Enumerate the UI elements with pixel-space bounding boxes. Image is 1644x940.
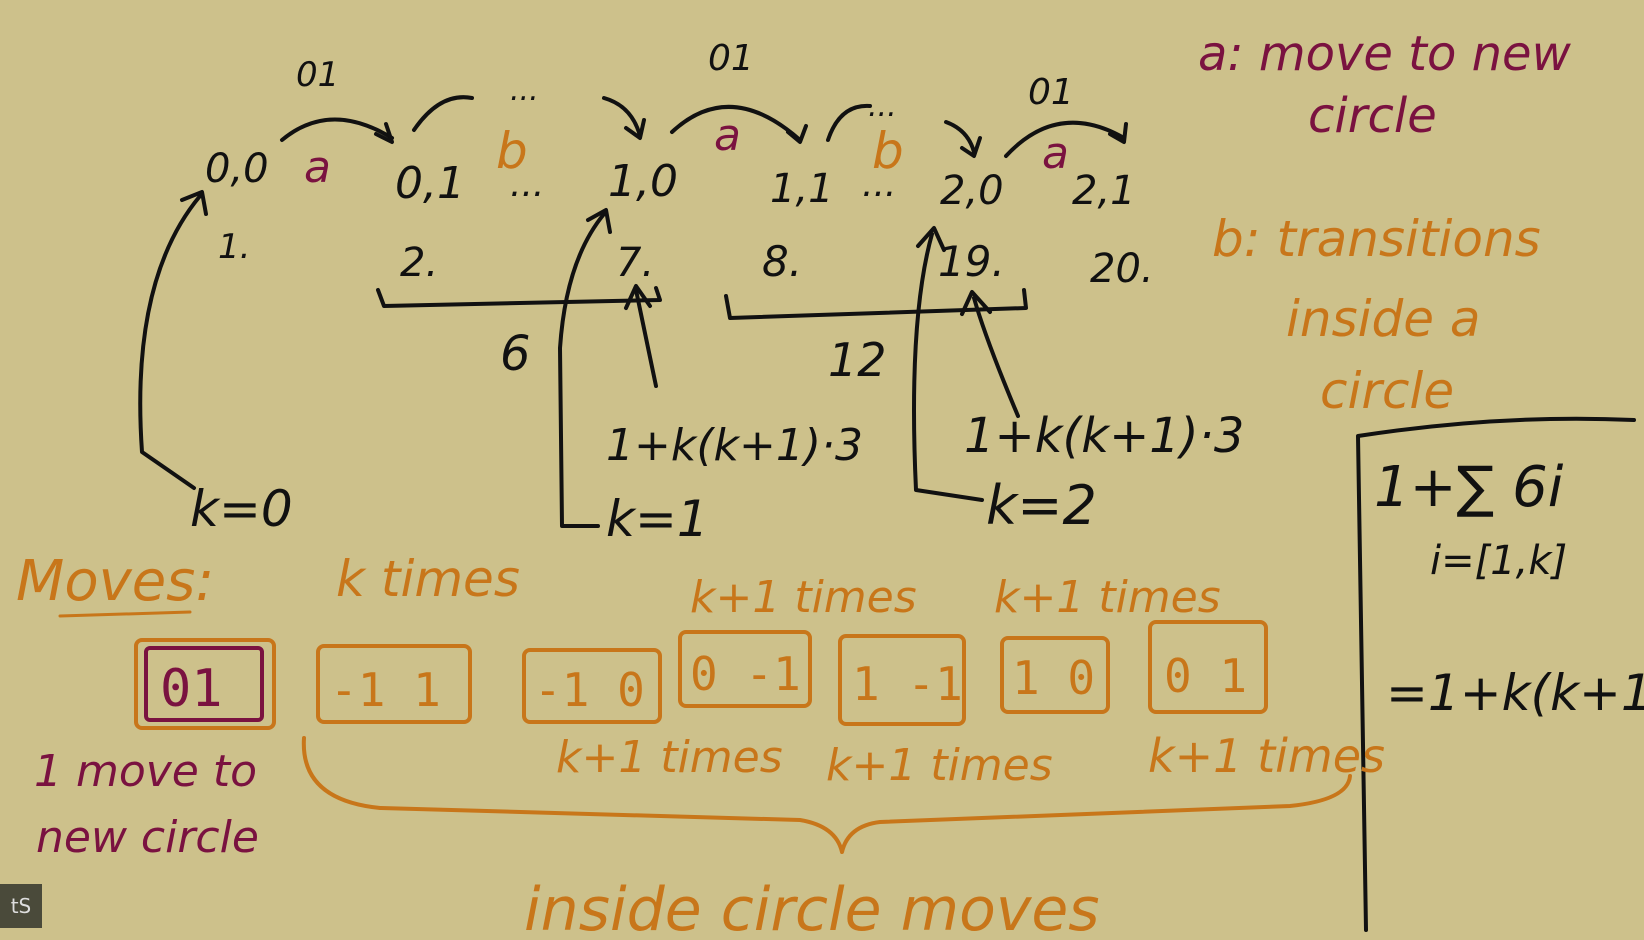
span-label: 12 [828, 333, 887, 387]
arc-a-label: a [304, 142, 331, 193]
state-coord: 1,0 [608, 156, 678, 207]
state-coord: 1,1 [770, 166, 834, 212]
arc-b-label: b [496, 122, 528, 180]
state-coord: 2,1 [1072, 168, 1136, 214]
state-coord: 0,1 [395, 158, 465, 209]
legend: a: move to new circle b: transitions ins… [1198, 26, 1572, 420]
formula-box: 1+∑ 6i i=[1,k] =1+k(k+1)·3 [1356, 416, 1644, 932]
legend-b-line1: b: transitions [1212, 210, 1541, 268]
above-label: k+1 times [690, 572, 917, 623]
sum-line1: 1+∑ 6i [1374, 455, 1564, 520]
state-index: 20. [1090, 246, 1154, 292]
span-bracket [376, 286, 662, 308]
k-label: k=2 [986, 474, 1097, 537]
state-index: 1. [218, 227, 250, 267]
moves-section: Moves: k times k+1 times k+1 times 01 -1… [16, 549, 1385, 940]
corner-badge-text: tS [10, 894, 32, 918]
above-label: k+1 times [994, 572, 1221, 623]
annotations: 6 12 1+k(k+1)·3 1+k(k+1)·3 k=0 k=1 k=2 [190, 326, 1244, 548]
above-label: k times [336, 550, 520, 608]
k-label: k=1 [606, 490, 709, 548]
state-index: 19. [938, 237, 1005, 286]
sum-line3: =1+k(k+1)·3 [1386, 664, 1644, 722]
move-box-label: 1 -1 [852, 657, 963, 711]
formula-label: 1+k(k+1)·3 [964, 408, 1244, 464]
pointer-arrow [558, 212, 606, 528]
state-index: 7. [616, 240, 654, 286]
legend-b-line2: inside a [1286, 290, 1481, 348]
pointer-arrow [634, 288, 658, 388]
arc-arrow [944, 120, 976, 154]
move-box-label: 0 -1 [690, 647, 801, 701]
move-box-label: -1 1 [330, 663, 441, 717]
state-sequence: 0,0 1. 0,1 2. 1,0 7. 1,1 8. 2,0 19. 2,1 … [205, 73, 1154, 292]
arrow-head [786, 124, 808, 144]
arc-arrow [412, 95, 474, 132]
arc-a-label: a [714, 110, 741, 161]
move-label: 01 [296, 55, 339, 95]
arc-arrow [826, 103, 872, 142]
move-box-label: 1 0 [1012, 651, 1095, 705]
legend-a-line1: a: move to new [1198, 26, 1572, 82]
screen-badge-icon[interactable]: tS [0, 884, 42, 928]
state-index: 8. [762, 237, 802, 286]
move-label: 01 [708, 38, 754, 79]
pointer-arrow [972, 296, 1020, 418]
arc-b-label: b [872, 122, 904, 180]
pointer-arrow [138, 194, 202, 490]
ellipsis: ... [868, 89, 897, 124]
arc-a-label: a [1042, 128, 1069, 179]
legend-a-line2: circle [1308, 88, 1437, 144]
formula-label: 1+k(k+1)·3 [606, 420, 863, 471]
state-coord: 2,0 [940, 168, 1004, 214]
move-box-label: 01 [160, 659, 223, 719]
state-index: 2. [400, 240, 438, 286]
span-label: 6 [500, 326, 531, 382]
arc-arrow [602, 96, 642, 138]
moves-title: Moves: [16, 549, 214, 614]
first-move-note: 1 move to [34, 746, 257, 797]
below-label: k+1 times [826, 740, 1053, 791]
first-move-note: new circle [36, 812, 259, 863]
below-label: k+1 times [556, 732, 783, 783]
sum-line2: i=[1,k] [1430, 538, 1567, 584]
ellipsis: ... [510, 73, 539, 108]
k-label: k=0 [190, 480, 293, 538]
move-box-label: 0 1 [1164, 649, 1247, 703]
move-label: 01 [1028, 72, 1074, 113]
brace-label: inside circle moves [524, 875, 1100, 940]
state-coord: 0,0 [205, 146, 269, 192]
whiteboard-canvas: 0,0 1. 0,1 2. 1,0 7. 1,1 8. 2,0 19. 2,1 … [16, 26, 1644, 940]
legend-b-line3: circle [1320, 362, 1454, 420]
move-box-label: -1 0 [534, 663, 645, 717]
arc-arrow [280, 117, 394, 142]
